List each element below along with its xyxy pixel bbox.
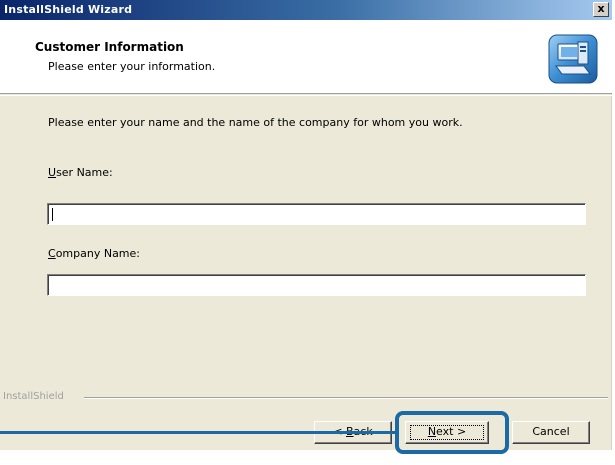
- close-button[interactable]: x: [593, 2, 609, 17]
- brand-text: InstallShield: [3, 391, 64, 402]
- callout-highlight-box: [395, 411, 509, 454]
- text-caret: [52, 208, 53, 221]
- instructions-text: Please enter your name and the name of t…: [48, 116, 463, 129]
- user-name-label-text: ser Name:: [56, 166, 113, 179]
- page: InstallShield Wizard x Customer Informat…: [0, 0, 615, 465]
- company-name-label: Company Name:: [48, 247, 140, 260]
- title-bar[interactable]: InstallShield Wizard x: [0, 0, 612, 20]
- header-panel: Customer Information Please enter your i…: [0, 20, 612, 94]
- callout-pointer-line: [0, 431, 395, 434]
- cancel-button[interactable]: Cancel: [512, 421, 590, 444]
- installer-dialog: InstallShield Wizard x Customer Informat…: [0, 0, 612, 450]
- window-title: InstallShield Wizard: [4, 3, 133, 16]
- installer-computer-icon: [548, 34, 598, 84]
- header-divider: [0, 95, 612, 96]
- company-name-input[interactable]: [47, 274, 586, 296]
- company-name-label-accel: C: [48, 247, 56, 260]
- page-subtitle: Please enter your information.: [48, 60, 216, 73]
- footer-divider: [84, 397, 608, 399]
- company-name-label-text: ompany Name:: [55, 247, 140, 260]
- user-name-label-accel: U: [48, 166, 57, 179]
- user-name-label: User Name:: [48, 166, 113, 179]
- close-icon: x: [597, 2, 605, 15]
- user-name-input[interactable]: [47, 203, 586, 225]
- page-title: Customer Information: [35, 40, 184, 54]
